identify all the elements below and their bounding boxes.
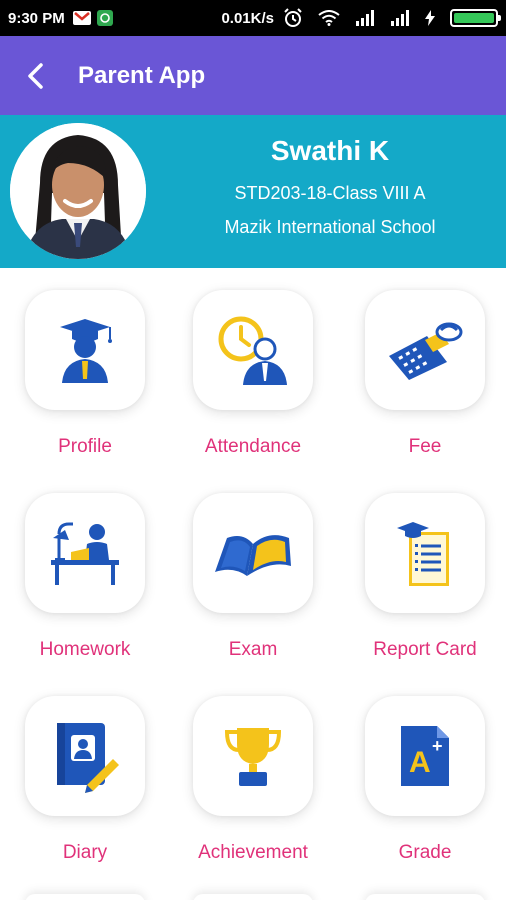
menu-item-profile[interactable]: Profile bbox=[0, 290, 170, 458]
menu-item-grade[interactable]: A + Grade bbox=[340, 696, 506, 864]
menu-card[interactable] bbox=[365, 493, 485, 613]
graduate-icon bbox=[60, 319, 112, 383]
menu-item-label: Achievement bbox=[198, 842, 308, 863]
menu-card[interactable]: A + bbox=[365, 696, 485, 816]
chat-icon bbox=[96, 10, 113, 26]
svg-text:A: A bbox=[409, 746, 431, 779]
trophy-icon bbox=[224, 728, 282, 786]
menu-item-diary[interactable]: Diary bbox=[0, 696, 170, 864]
status-time: 9:30 PM bbox=[8, 9, 65, 27]
menu-item-homework[interactable]: Homework bbox=[0, 493, 170, 661]
battery-level bbox=[454, 13, 494, 23]
menu-card[interactable] bbox=[25, 290, 145, 410]
menu-item-fee[interactable]: Fee bbox=[340, 290, 506, 458]
network-speed: 0.01K/s bbox=[221, 9, 274, 27]
charging-icon bbox=[425, 10, 435, 26]
menu-item-exam[interactable]: Exam bbox=[168, 493, 338, 661]
menu-item-label: Fee bbox=[408, 436, 442, 457]
menu-card[interactable] bbox=[25, 696, 145, 816]
menu-item-achievement[interactable]: Achievement bbox=[168, 696, 338, 864]
app-bar: Parent App bbox=[0, 36, 506, 115]
svg-text:+: + bbox=[432, 736, 443, 756]
menu-item-label: Grade bbox=[398, 842, 452, 863]
menu-item-label: Diary bbox=[62, 842, 108, 863]
menu-item-label: Exam bbox=[228, 639, 278, 660]
open-book-icon bbox=[215, 535, 291, 576]
menu-card[interactable] bbox=[25, 493, 145, 613]
back-button[interactable] bbox=[12, 53, 58, 99]
menu-item-label: Homework bbox=[39, 639, 131, 660]
app-title: Parent App bbox=[78, 61, 206, 89]
menu-item-label: Profile bbox=[58, 436, 112, 457]
battery-icon bbox=[450, 9, 501, 27]
student-class: STD203-18-Class VIII A bbox=[234, 183, 426, 203]
report-card-icon bbox=[397, 522, 449, 586]
grade-a-plus-icon: A + bbox=[401, 726, 449, 786]
gmail-icon bbox=[72, 11, 91, 25]
menu-item-label: Report Card bbox=[373, 639, 477, 660]
signal-icon bbox=[355, 10, 375, 26]
status-bar: 9:30 PM 0.01K/s bbox=[0, 0, 506, 36]
menu-item-report-card[interactable]: Report Card bbox=[340, 493, 506, 661]
calculator-money-icon bbox=[389, 322, 463, 380]
menu-item-label: Attendance bbox=[204, 436, 302, 457]
signal-icon bbox=[390, 10, 410, 26]
clock-person-icon bbox=[218, 316, 287, 385]
menu-card-partial[interactable] bbox=[25, 894, 145, 900]
back-arrow-icon bbox=[28, 62, 43, 89]
menu-card[interactable] bbox=[193, 290, 313, 410]
menu-card[interactable] bbox=[193, 696, 313, 816]
student-name: Swathi K bbox=[270, 135, 390, 166]
menu-item-attendance[interactable]: Attendance bbox=[168, 290, 338, 458]
student-school: Mazik International School bbox=[224, 217, 436, 237]
wifi-icon bbox=[318, 10, 340, 26]
study-desk-icon bbox=[51, 522, 119, 585]
student-avatar[interactable] bbox=[10, 123, 146, 259]
student-header: Swathi K STD203-18-Class VIII A Mazik In… bbox=[0, 115, 506, 268]
menu-card[interactable] bbox=[365, 290, 485, 410]
diary-pencil-icon bbox=[57, 723, 119, 793]
menu-card-partial[interactable] bbox=[193, 894, 313, 900]
menu-card[interactable] bbox=[193, 493, 313, 613]
menu-card-partial[interactable] bbox=[365, 894, 485, 900]
alarm-icon bbox=[283, 8, 303, 28]
